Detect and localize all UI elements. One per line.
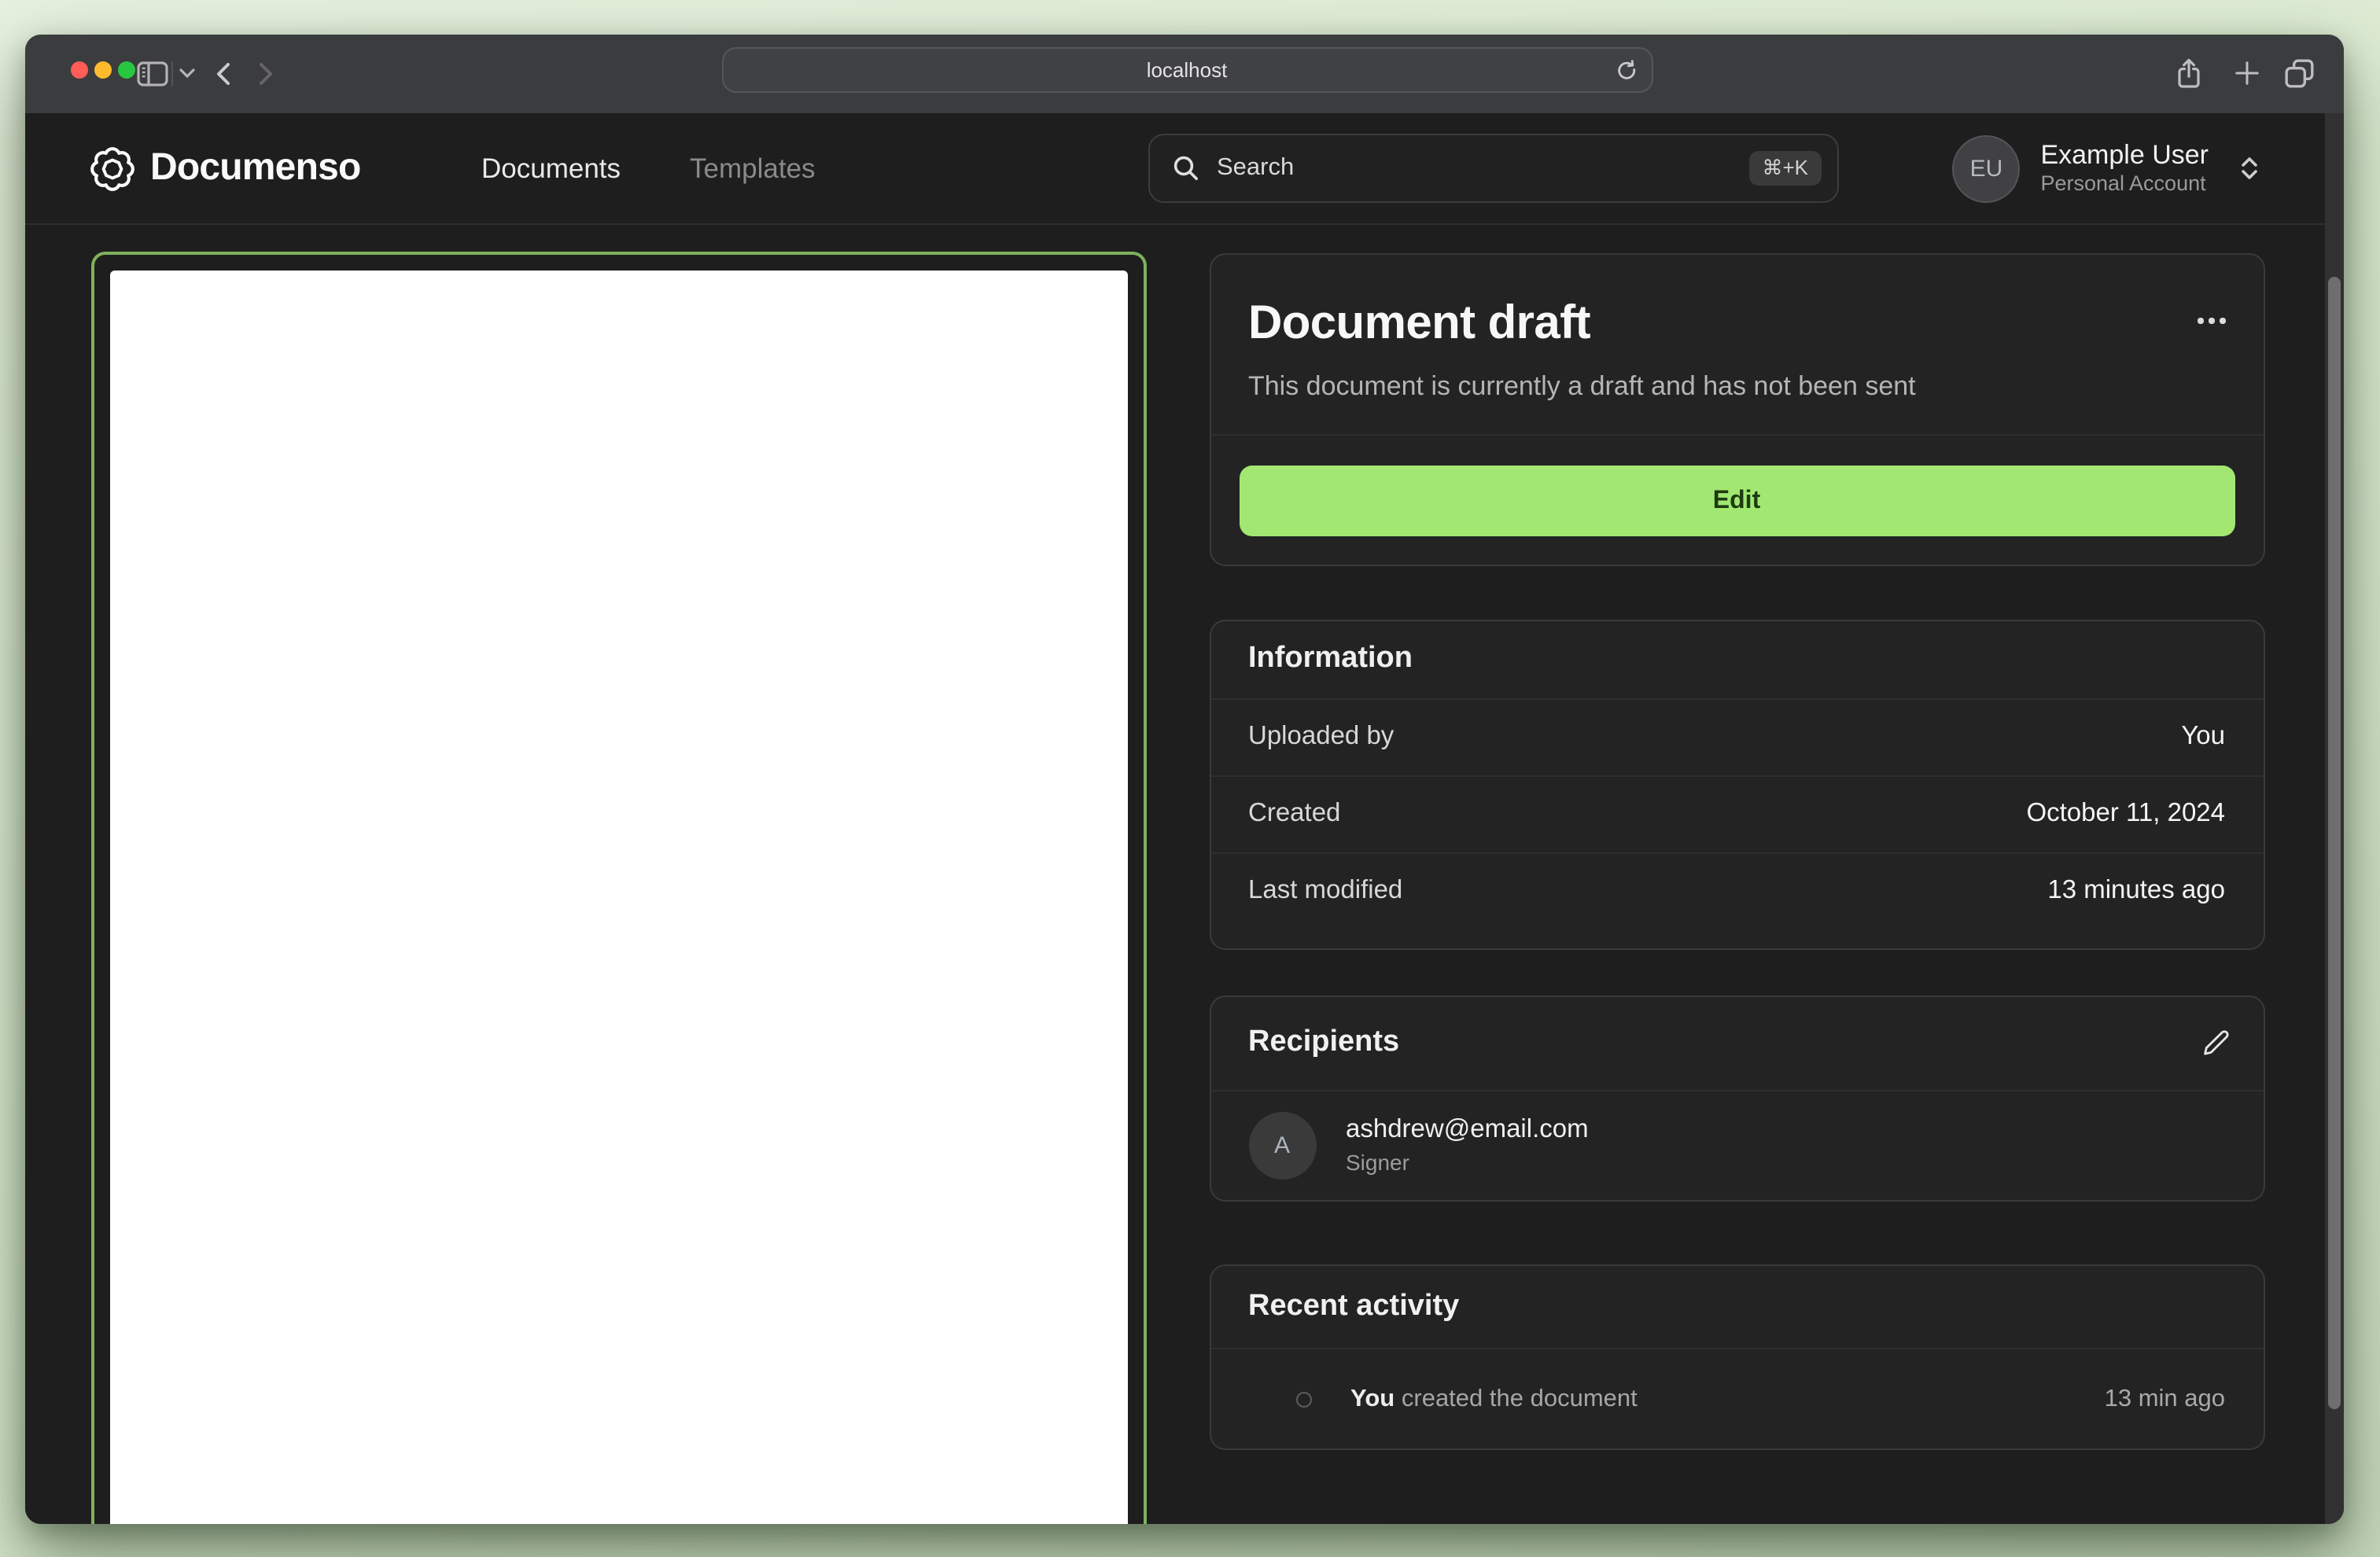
brand-logo[interactable]: Documenso bbox=[89, 112, 361, 224]
recent-activity-card: Recent activity You created the document… bbox=[1209, 1264, 2264, 1449]
share-button[interactable] bbox=[2171, 34, 2205, 112]
main-nav: Documents Templates bbox=[481, 112, 816, 224]
activity-row: You created the document 13 min ago bbox=[1210, 1349, 2263, 1448]
minimize-button[interactable] bbox=[94, 61, 111, 78]
information-card: Information Uploaded by You Created Octo… bbox=[1209, 619, 2264, 949]
activity-time: 13 min ago bbox=[2104, 1386, 2225, 1412]
brand-name: Documenso bbox=[150, 146, 361, 189]
document-status-card: Document draft This document is currentl… bbox=[1209, 253, 2264, 566]
search-input[interactable]: Search ⌘+K bbox=[1148, 134, 1838, 203]
info-label: Last modified bbox=[1248, 876, 1403, 904]
activity-text: You created the document bbox=[1350, 1386, 2105, 1414]
recipient-avatar: A bbox=[1248, 1111, 1316, 1179]
toolbar-separator bbox=[171, 61, 173, 86]
sidebar-menu-button[interactable] bbox=[176, 34, 198, 112]
browser-window: localhost Documenso Documents Templates … bbox=[25, 34, 2344, 1523]
sidebar-icon bbox=[137, 61, 168, 86]
account-type: Personal Account bbox=[2040, 171, 2206, 196]
tabs-icon bbox=[2284, 57, 2316, 89]
search-placeholder: Search bbox=[1217, 154, 1295, 181]
plus-icon bbox=[2233, 60, 2260, 86]
close-button[interactable] bbox=[70, 61, 87, 78]
search-shortcut-badge: ⌘+K bbox=[1749, 151, 1821, 186]
recent-activity-title: Recent activity bbox=[1248, 1289, 1460, 1322]
document-preview-frame bbox=[90, 252, 1147, 1523]
information-title: Information bbox=[1248, 642, 1413, 675]
info-value: 13 minutes ago bbox=[2047, 876, 2225, 904]
scrollbar-thumb[interactable] bbox=[2328, 276, 2340, 1408]
edit-recipients-button[interactable] bbox=[2201, 1028, 2228, 1055]
activity-dot-icon bbox=[1295, 1392, 1311, 1408]
activity-actor: You bbox=[1350, 1386, 1395, 1412]
address-bar[interactable]: localhost bbox=[721, 47, 1652, 93]
chevron-up-down-icon bbox=[2238, 154, 2260, 182]
nav-item-templates[interactable]: Templates bbox=[690, 152, 816, 185]
user-avatar: EU bbox=[1952, 134, 2021, 202]
desktop: localhost Documenso Documents Templates … bbox=[0, 0, 2380, 1557]
recipient-role: Signer bbox=[1346, 1149, 1409, 1175]
zoom-button[interactable] bbox=[117, 61, 134, 78]
back-button[interactable] bbox=[208, 34, 236, 112]
address-bar-url: localhost bbox=[1146, 58, 1228, 82]
info-value: You bbox=[2181, 722, 2225, 750]
recipients-title: Recipients bbox=[1248, 1025, 1400, 1058]
info-row-created: Created October 11, 2024 bbox=[1210, 775, 2263, 852]
nav-item-documents[interactable]: Documents bbox=[481, 152, 621, 185]
info-label: Uploaded by bbox=[1248, 722, 1394, 750]
scrollbar-track[interactable] bbox=[2324, 112, 2344, 1523]
edit-button[interactable]: Edit bbox=[1239, 466, 2234, 536]
document-page[interactable] bbox=[109, 271, 1128, 1523]
info-row-last-modified: Last modified 13 minutes ago bbox=[1210, 852, 2263, 929]
refresh-icon[interactable] bbox=[1613, 60, 1637, 83]
account-name: Example User bbox=[2040, 139, 2209, 170]
chevron-down-icon bbox=[179, 68, 195, 79]
back-arrow-icon bbox=[213, 61, 230, 86]
new-tab-button[interactable] bbox=[2229, 34, 2264, 112]
more-options-button[interactable] bbox=[2198, 318, 2225, 323]
info-value: October 11, 2024 bbox=[2026, 799, 2225, 827]
search-icon bbox=[1171, 154, 1199, 182]
documenso-app: Documenso Documents Templates Search ⌘+K bbox=[25, 112, 2344, 1523]
documenso-logo-icon bbox=[89, 145, 134, 191]
recipient-row: A ashdrew@email.com Signer bbox=[1210, 1091, 2263, 1179]
document-status-subtitle: This document is currently a draft and h… bbox=[1248, 371, 1916, 401]
forward-arrow-icon bbox=[257, 61, 274, 86]
recipient-email: ashdrew@email.com bbox=[1346, 1115, 1589, 1144]
sidebar-toggle-button[interactable] bbox=[135, 34, 170, 112]
forward-button[interactable] bbox=[252, 34, 280, 112]
account-menu[interactable]: EU Example User Personal Account bbox=[1952, 134, 2260, 202]
recipients-card: Recipients A ashdrew@email.com Signer bbox=[1209, 995, 2264, 1201]
tab-overview-button[interactable] bbox=[2281, 34, 2319, 112]
app-header: Documenso Documents Templates Search ⌘+K bbox=[25, 112, 2344, 224]
document-detail-page: Document draft This document is currentl… bbox=[25, 226, 2344, 1523]
activity-action: created the document bbox=[1401, 1386, 1638, 1412]
share-icon bbox=[2175, 57, 2201, 89]
info-label: Created bbox=[1248, 799, 1341, 827]
browser-toolbar: localhost bbox=[25, 34, 2344, 112]
document-status-title: Document draft bbox=[1248, 297, 1591, 349]
info-row-uploaded-by: Uploaded by You bbox=[1210, 698, 2263, 775]
